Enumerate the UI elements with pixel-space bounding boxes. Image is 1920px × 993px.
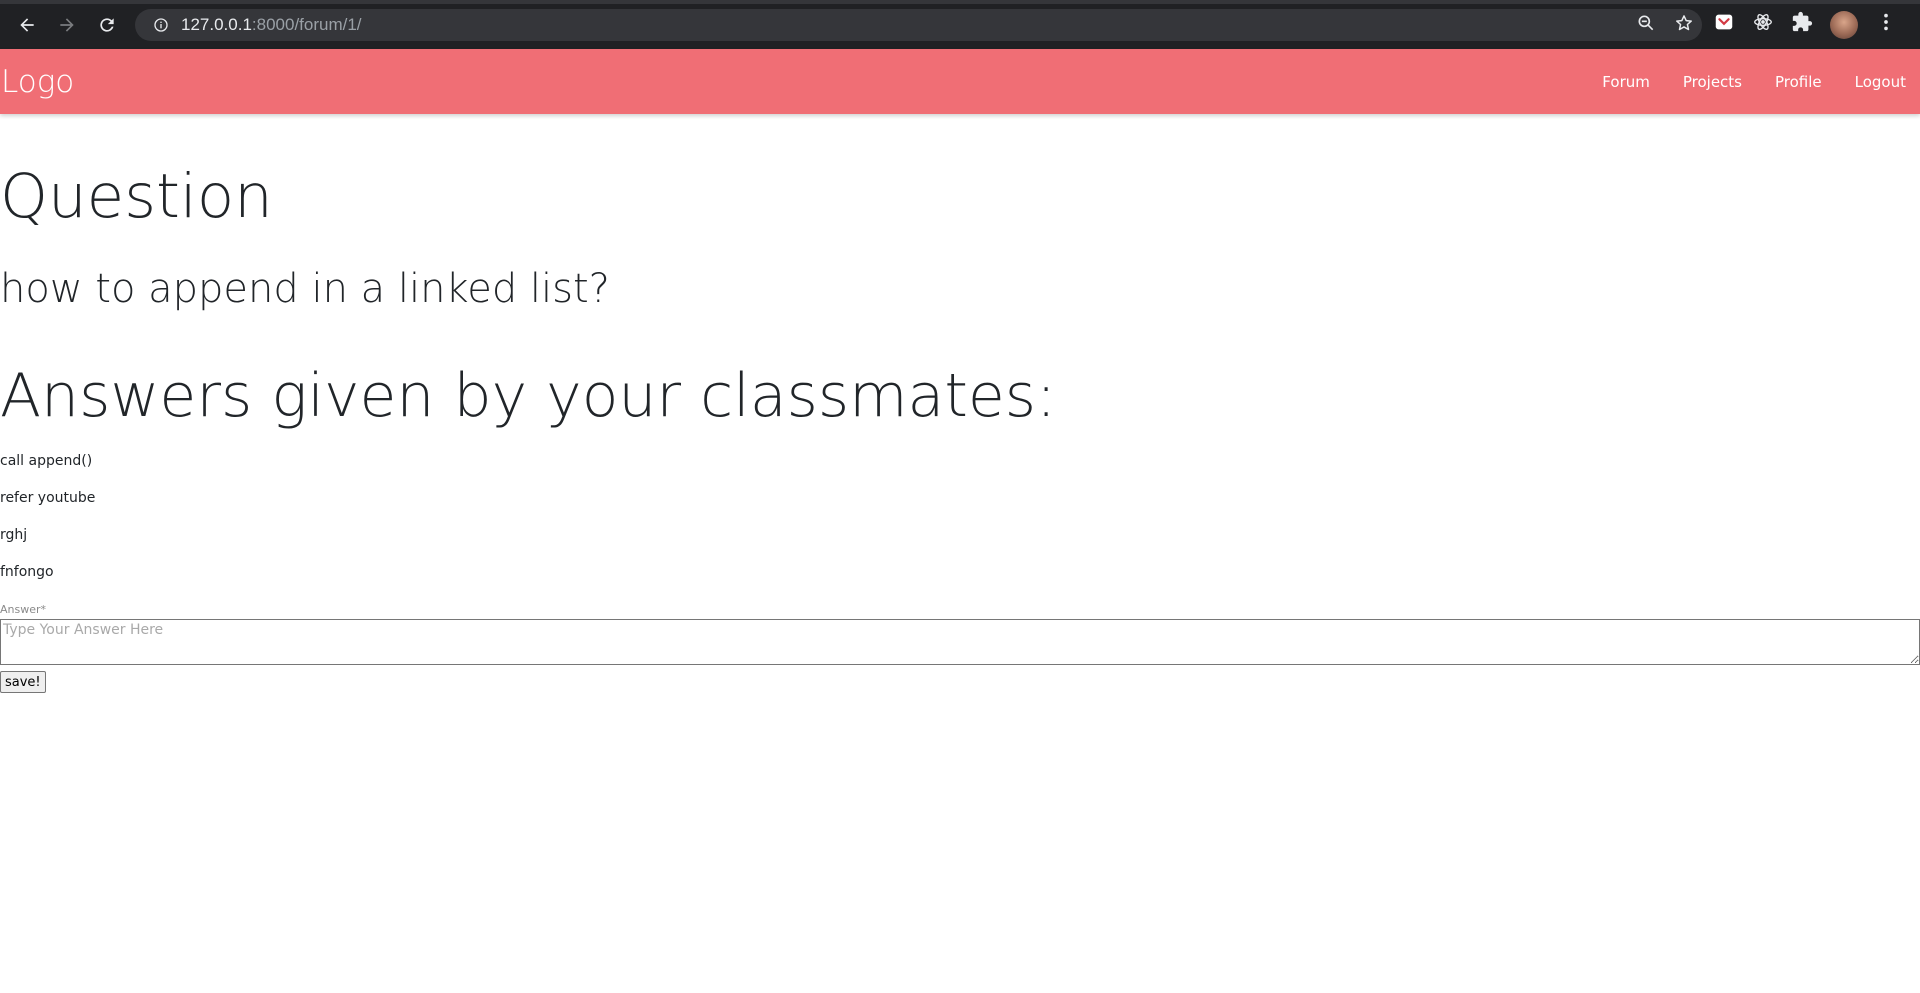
answer-field-label: Answer*	[0, 603, 47, 616]
menu-kebab-icon[interactable]	[1875, 11, 1897, 38]
answers-heading: Answers given by your classmates:	[0, 361, 1057, 431]
nav-links: Forum Projects Profile Logout	[1569, 73, 1906, 91]
nav-link-projects[interactable]: Projects	[1683, 73, 1742, 91]
question-text: how to append in a linked list?	[0, 266, 610, 312]
nav-link-forum[interactable]: Forum	[1602, 73, 1650, 91]
profile-avatar[interactable]	[1830, 10, 1858, 39]
answer-item: refer youtube	[0, 490, 96, 506]
extensions-puzzle-icon[interactable]	[1791, 11, 1813, 38]
url-text: 127.0.0.1:8000/forum/1/	[181, 15, 362, 35]
answer-list: call append() refer youtube rghj fnfongo	[0, 453, 95, 601]
react-devtools-icon[interactable]	[1752, 11, 1774, 38]
reload-icon[interactable]	[87, 5, 127, 45]
question-heading: Question	[0, 161, 273, 232]
url-path: :8000/forum/1/	[251, 15, 362, 34]
answer-item: rghj	[0, 527, 28, 543]
browser-toolbar: 127.0.0.1:8000/forum/1/	[0, 0, 1920, 49]
tab-strip	[0, 0, 1920, 4]
url-host: 127.0.0.1	[181, 15, 252, 34]
zoom-icon[interactable]	[1636, 13, 1656, 38]
site-info-icon[interactable]	[145, 17, 177, 33]
address-bar[interactable]: 127.0.0.1:8000/forum/1/	[135, 9, 1702, 41]
answer-input[interactable]	[0, 619, 1920, 665]
pocket-extension-icon[interactable]	[1713, 11, 1735, 38]
nav-link-profile[interactable]: Profile	[1775, 73, 1822, 91]
nav-link-logout[interactable]: Logout	[1855, 73, 1906, 91]
save-button[interactable]: save!	[0, 671, 46, 693]
back-icon[interactable]	[7, 5, 47, 45]
site-logo[interactable]: Logo	[0, 64, 74, 100]
answer-item: fnfongo	[0, 564, 54, 580]
site-navbar: Logo Forum Projects Profile Logout	[0, 49, 1920, 114]
forward-icon[interactable]	[47, 5, 87, 45]
bookmark-star-icon[interactable]	[1674, 13, 1694, 38]
answer-item: call append()	[0, 453, 93, 469]
